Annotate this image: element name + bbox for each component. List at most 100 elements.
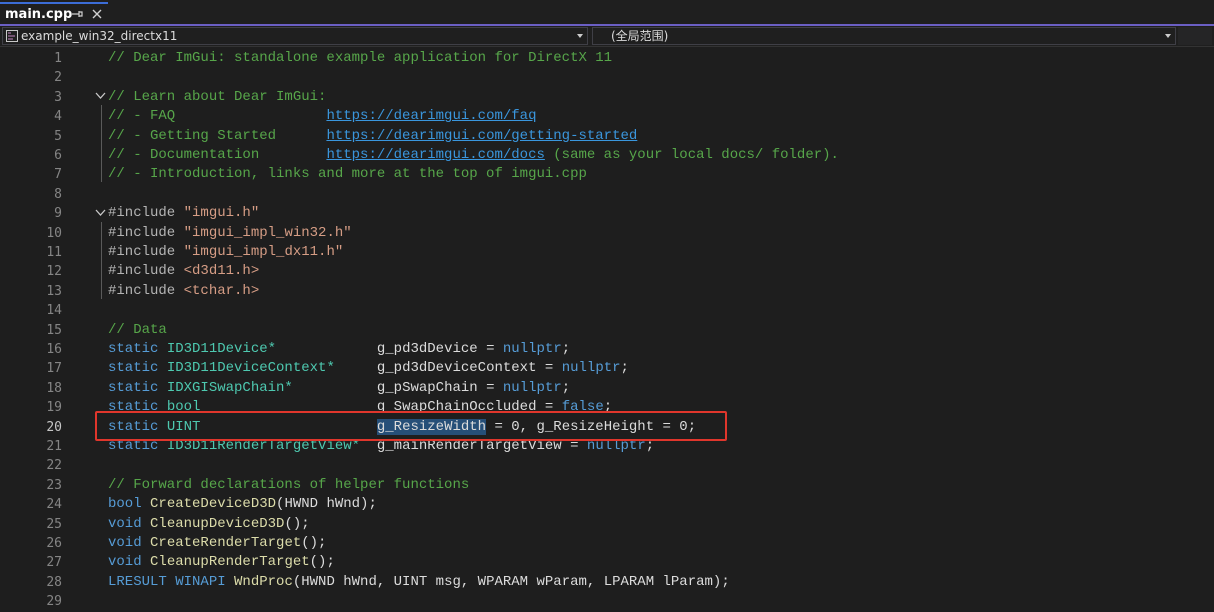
line-number: 13 xyxy=(46,283,62,299)
function-args: (); xyxy=(309,554,335,571)
comment-text: // - Documentation xyxy=(108,147,327,163)
code-line[interactable]: #include "imgui.h" xyxy=(108,204,259,223)
indicator-margin xyxy=(0,47,22,599)
doc-link[interactable]: https://dearimgui.com/faq xyxy=(326,108,536,124)
keyword: static xyxy=(108,341,167,357)
include-directive: #include xyxy=(108,263,184,280)
doc-link[interactable]: https://dearimgui.com/getting-started xyxy=(326,128,637,144)
include-directive: #include xyxy=(108,224,184,241)
scope-dropdown[interactable]: (全局范围) xyxy=(592,27,1176,45)
code-line[interactable]: void CleanupRenderTarget(); xyxy=(108,553,335,572)
include-path: "imgui_impl_win32.h" xyxy=(183,224,352,241)
code-line[interactable]: #include <d3d11.h> xyxy=(108,262,259,281)
line-number: 20 xyxy=(46,419,62,435)
chevron-down-icon xyxy=(1165,34,1171,38)
code-line[interactable]: LRESULT WINAPI WndProc(HWND hWnd, UINT m… xyxy=(108,573,730,592)
close-icon[interactable] xyxy=(91,8,103,20)
member-dropdown[interactable] xyxy=(1178,27,1212,45)
project-name: example_win32_directx11 xyxy=(21,29,178,43)
line-number: 3 xyxy=(54,89,62,105)
code-line[interactable]: // - Getting Started https://dearimgui.c… xyxy=(108,127,637,146)
code-line[interactable]: #include "imgui_impl_dx11.h" xyxy=(108,243,343,262)
line-number: 29 xyxy=(46,594,62,610)
include-directive: #include xyxy=(108,244,184,260)
code-line[interactable]: // Dear ImGui: standalone example applic… xyxy=(108,49,612,68)
function-args: (); xyxy=(301,535,327,551)
code-line[interactable]: static IDXGISwapChain* g_pSwapChain = nu… xyxy=(108,379,570,398)
code-token: = xyxy=(477,341,503,357)
pin-icon[interactable] xyxy=(72,7,84,21)
include-path: <d3d11.h> xyxy=(183,263,260,280)
line-number: 14 xyxy=(46,303,62,319)
code-line[interactable]: void CleanupDeviceD3D(); xyxy=(108,515,310,534)
collapse-icon[interactable] xyxy=(95,90,106,101)
comment-text: // Learn about Dear ImGui: xyxy=(108,88,327,105)
code-line[interactable]: static ID3D11DeviceContext* g_pd3dDevice… xyxy=(108,359,629,378)
line-number: 6 xyxy=(54,148,62,163)
variable-name: g_pd3dDeviceContext xyxy=(376,360,537,377)
code-line[interactable]: #include <tchar.h> xyxy=(108,282,259,301)
line-number: 28 xyxy=(46,574,62,590)
comment-text: // Forward declarations of helper functi… xyxy=(108,476,470,493)
literal: nullptr xyxy=(502,341,562,357)
comment-text: // - Getting Started xyxy=(108,127,327,144)
code-token: ; xyxy=(561,379,571,396)
navigation-bar: example_win32_directx11 (全局范围) xyxy=(0,26,1214,47)
code-line[interactable]: // - Documentation https://dearimgui.com… xyxy=(108,146,839,165)
include-path: <tchar.h> xyxy=(183,282,260,299)
project-dropdown[interactable]: example_win32_directx11 xyxy=(2,27,588,45)
function-name: CleanupDeviceD3D xyxy=(150,515,285,532)
variable-name: g_pd3dDevice xyxy=(376,341,478,357)
code-line[interactable]: void CreateRenderTarget(); xyxy=(108,534,326,553)
return-type: bool xyxy=(108,496,151,513)
code-editor[interactable]: 1 // Dear ImGui: standalone example appli… xyxy=(0,47,1214,609)
type-name: ID3D11DeviceContext* xyxy=(166,360,335,377)
code-token: ; xyxy=(561,341,571,357)
comment-text: (same as your local docs/ folder). xyxy=(544,147,839,163)
line-number: 9 xyxy=(54,206,62,222)
line-number: 25 xyxy=(46,516,62,532)
include-path: "imgui.h" xyxy=(183,205,260,222)
chevron-down-icon xyxy=(577,34,583,38)
comment-text: // Dear ImGui: standalone example applic… xyxy=(108,50,613,66)
literal: nullptr xyxy=(561,360,621,377)
code-line[interactable]: #include "imgui_impl_win32.h" xyxy=(108,224,352,243)
code-line[interactable]: // - Introduction, links and more at the… xyxy=(108,165,587,184)
line-number: 24 xyxy=(46,497,62,513)
code-line[interactable]: // Data xyxy=(108,321,167,340)
code-line[interactable]: // - FAQ https://dearimgui.com/faq xyxy=(108,107,536,126)
function-name: WndProc xyxy=(234,573,293,590)
type-name: IDXGISwapChain* xyxy=(166,379,293,396)
tab-main-cpp[interactable]: main.cpp xyxy=(0,2,108,24)
function-name: CleanupRenderTarget xyxy=(150,554,310,571)
line-number: 21 xyxy=(46,439,62,454)
code-line[interactable]: // Learn about Dear ImGui: xyxy=(108,88,326,107)
collapse-icon[interactable] xyxy=(95,207,106,218)
function-args: (HWND hWnd); xyxy=(276,496,377,513)
tab-strip: main.cpp xyxy=(0,0,1214,26)
code-line[interactable]: bool CreateDeviceD3D(HWND hWnd); xyxy=(108,495,377,514)
line-number: 18 xyxy=(46,380,62,396)
scope-name: (全局范围) xyxy=(611,29,669,43)
line-number: 12 xyxy=(46,264,62,280)
fold-guide xyxy=(101,222,102,299)
line-number: 4 xyxy=(54,109,62,125)
line-number: 23 xyxy=(46,477,62,493)
project-icon xyxy=(6,30,18,42)
type-name: ID3D11Device* xyxy=(166,341,277,357)
literal: nullptr xyxy=(502,379,562,396)
return-type: LRESULT WINAPI xyxy=(108,573,235,590)
line-number: 2 xyxy=(54,70,62,86)
tab-title: main.cpp xyxy=(5,6,73,22)
keyword: static xyxy=(108,379,167,396)
doc-link[interactable]: https://dearimgui.com/docs xyxy=(326,147,544,163)
line-number: 5 xyxy=(54,128,62,144)
code-line[interactable]: static ID3D11Device* g_pd3dDevice = null… xyxy=(108,340,570,359)
return-type: void xyxy=(108,535,151,551)
variable-name: g_pSwapChain xyxy=(376,379,478,396)
fold-guide xyxy=(101,105,102,182)
code-line[interactable]: // Forward declarations of helper functi… xyxy=(108,476,469,495)
function-args: (HWND hWnd, UINT msg, WPARAM wParam, LPA… xyxy=(292,573,730,590)
line-number: 22 xyxy=(46,458,62,474)
